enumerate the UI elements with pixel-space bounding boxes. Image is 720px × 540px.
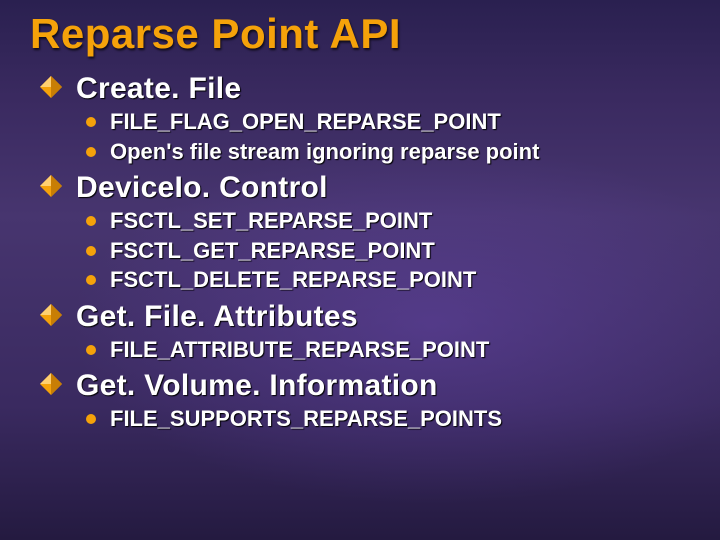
l2-group: FILE_SUPPORTS_REPARSE_POINTS (86, 405, 690, 433)
disc-icon (86, 117, 96, 127)
disc-icon (86, 414, 96, 424)
bullet-l2: Open's file stream ignoring reparse poin… (86, 138, 690, 166)
bullet-l2: FSCTL_DELETE_REPARSE_POINT (86, 266, 690, 294)
bullet-l1: DeviceIo. Control (40, 171, 690, 205)
diamond-icon (40, 175, 62, 197)
l2-group: FSCTL_SET_REPARSE_POINT FSCTL_GET_REPARS… (86, 207, 690, 294)
disc-icon (86, 216, 96, 226)
l2-text: FILE_ATTRIBUTE_REPARSE_POINT (110, 336, 489, 364)
l2-text: Open's file stream ignoring reparse poin… (110, 138, 539, 166)
l2-group: FILE_ATTRIBUTE_REPARSE_POINT (86, 336, 690, 364)
disc-icon (86, 246, 96, 256)
l2-group: FILE_FLAG_OPEN_REPARSE_POINT Open's file… (86, 108, 690, 165)
bullet-l2: FSCTL_GET_REPARSE_POINT (86, 237, 690, 265)
disc-icon (86, 147, 96, 157)
l2-text: FSCTL_GET_REPARSE_POINT (110, 237, 435, 265)
disc-icon (86, 345, 96, 355)
l1-label: DeviceIo. Control (76, 171, 328, 205)
l2-text: FILE_SUPPORTS_REPARSE_POINTS (110, 405, 502, 433)
bullet-l2: FILE_SUPPORTS_REPARSE_POINTS (86, 405, 690, 433)
diamond-icon (40, 304, 62, 326)
l1-label: Get. Volume. Information (76, 369, 438, 403)
slide-title: Reparse Point API (30, 10, 690, 58)
bullet-l1: Create. File (40, 72, 690, 106)
l2-text: FSCTL_SET_REPARSE_POINT (110, 207, 432, 235)
diamond-icon (40, 373, 62, 395)
bullet-l1: Get. Volume. Information (40, 369, 690, 403)
diamond-icon (40, 76, 62, 98)
bullet-l2: FILE_ATTRIBUTE_REPARSE_POINT (86, 336, 690, 364)
l1-label: Create. File (76, 72, 241, 106)
l2-text: FSCTL_DELETE_REPARSE_POINT (110, 266, 476, 294)
bullet-l2: FILE_FLAG_OPEN_REPARSE_POINT (86, 108, 690, 136)
l2-text: FILE_FLAG_OPEN_REPARSE_POINT (110, 108, 501, 136)
bullet-l1: Get. File. Attributes (40, 300, 690, 334)
bullet-l2: FSCTL_SET_REPARSE_POINT (86, 207, 690, 235)
disc-icon (86, 275, 96, 285)
l1-label: Get. File. Attributes (76, 300, 358, 334)
slide: Reparse Point API Create. File FILE_FLAG… (0, 0, 720, 540)
